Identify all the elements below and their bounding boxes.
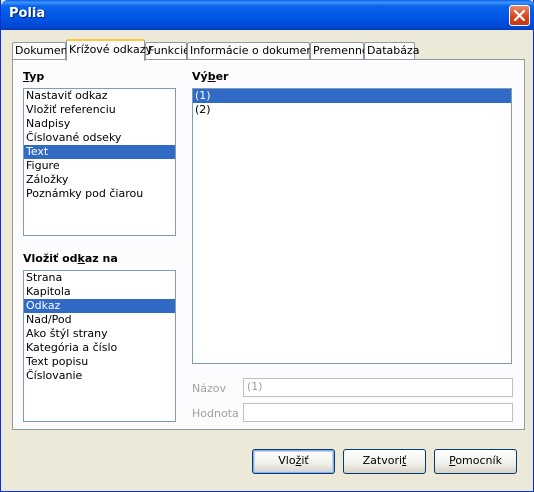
list-item[interactable]: Figure (24, 159, 175, 173)
close-button[interactable]: Zatvoriť (343, 449, 426, 474)
list-item[interactable]: Poznámky pod čiarou (24, 187, 175, 201)
list-item[interactable]: Kategória a číslo (24, 341, 175, 355)
list-item-selected[interactable]: (1) (193, 89, 511, 103)
window-title: Polia (9, 6, 46, 21)
list-item[interactable]: Kapitola (24, 285, 175, 299)
list-item[interactable]: Text popisu (24, 355, 175, 369)
insert-reference-listbox[interactable]: Strana Kapitola Odkaz Nad/Pod Ako štýl s… (23, 270, 176, 422)
list-item[interactable]: Ako štýl strany (24, 327, 175, 341)
type-label: Typ (23, 70, 45, 83)
tab-database[interactable]: Databáza (364, 42, 420, 60)
help-button[interactable]: Pomocník (434, 449, 517, 474)
tab-document[interactable]: Dokument (12, 42, 72, 60)
list-item[interactable]: Nastaviť odkaz (24, 89, 175, 103)
title-bar[interactable]: Polia (1, 0, 534, 30)
dialog-window: Polia Dokument Krížové odkazy Funkcie In… (0, 0, 534, 492)
insert-reference-label: Vložiť odkaz na (23, 252, 118, 265)
tab-variables[interactable]: Premenné (310, 42, 369, 60)
list-item[interactable]: Vložiť referenciu (24, 103, 175, 117)
list-item-selected[interactable]: Text (24, 145, 175, 159)
selection-label: Výber (192, 70, 229, 83)
value-field[interactable] (243, 403, 513, 422)
list-item-selected[interactable]: Odkaz (24, 299, 175, 313)
close-icon (513, 9, 526, 22)
list-item[interactable]: Číslovanie (24, 369, 175, 383)
name-label: Názov (192, 382, 226, 395)
list-item[interactable]: Číslované odseky (24, 131, 175, 145)
value-label: Hodnota (192, 407, 239, 420)
close-window-button[interactable] (509, 5, 530, 26)
tab-cross-references[interactable]: Krížové odkazy (66, 39, 152, 61)
list-item[interactable]: Záložky (24, 173, 175, 187)
tab-doc-info[interactable]: Informácie o dokumente (187, 42, 324, 60)
name-field[interactable]: (1) (243, 378, 513, 397)
list-item[interactable]: Strana (24, 271, 175, 285)
list-item[interactable]: (2) (193, 103, 511, 117)
tab-panel: Typ Nastaviť odkaz Vložiť referenciu Nad… (12, 59, 525, 430)
type-listbox[interactable]: Nastaviť odkaz Vložiť referenciu Nadpisy… (23, 88, 176, 236)
selection-listbox[interactable]: (1) (2) (192, 88, 512, 364)
list-item[interactable]: Nad/Pod (24, 313, 175, 327)
list-item[interactable]: Nadpisy (24, 117, 175, 131)
insert-button[interactable]: Vložiť (252, 449, 335, 474)
